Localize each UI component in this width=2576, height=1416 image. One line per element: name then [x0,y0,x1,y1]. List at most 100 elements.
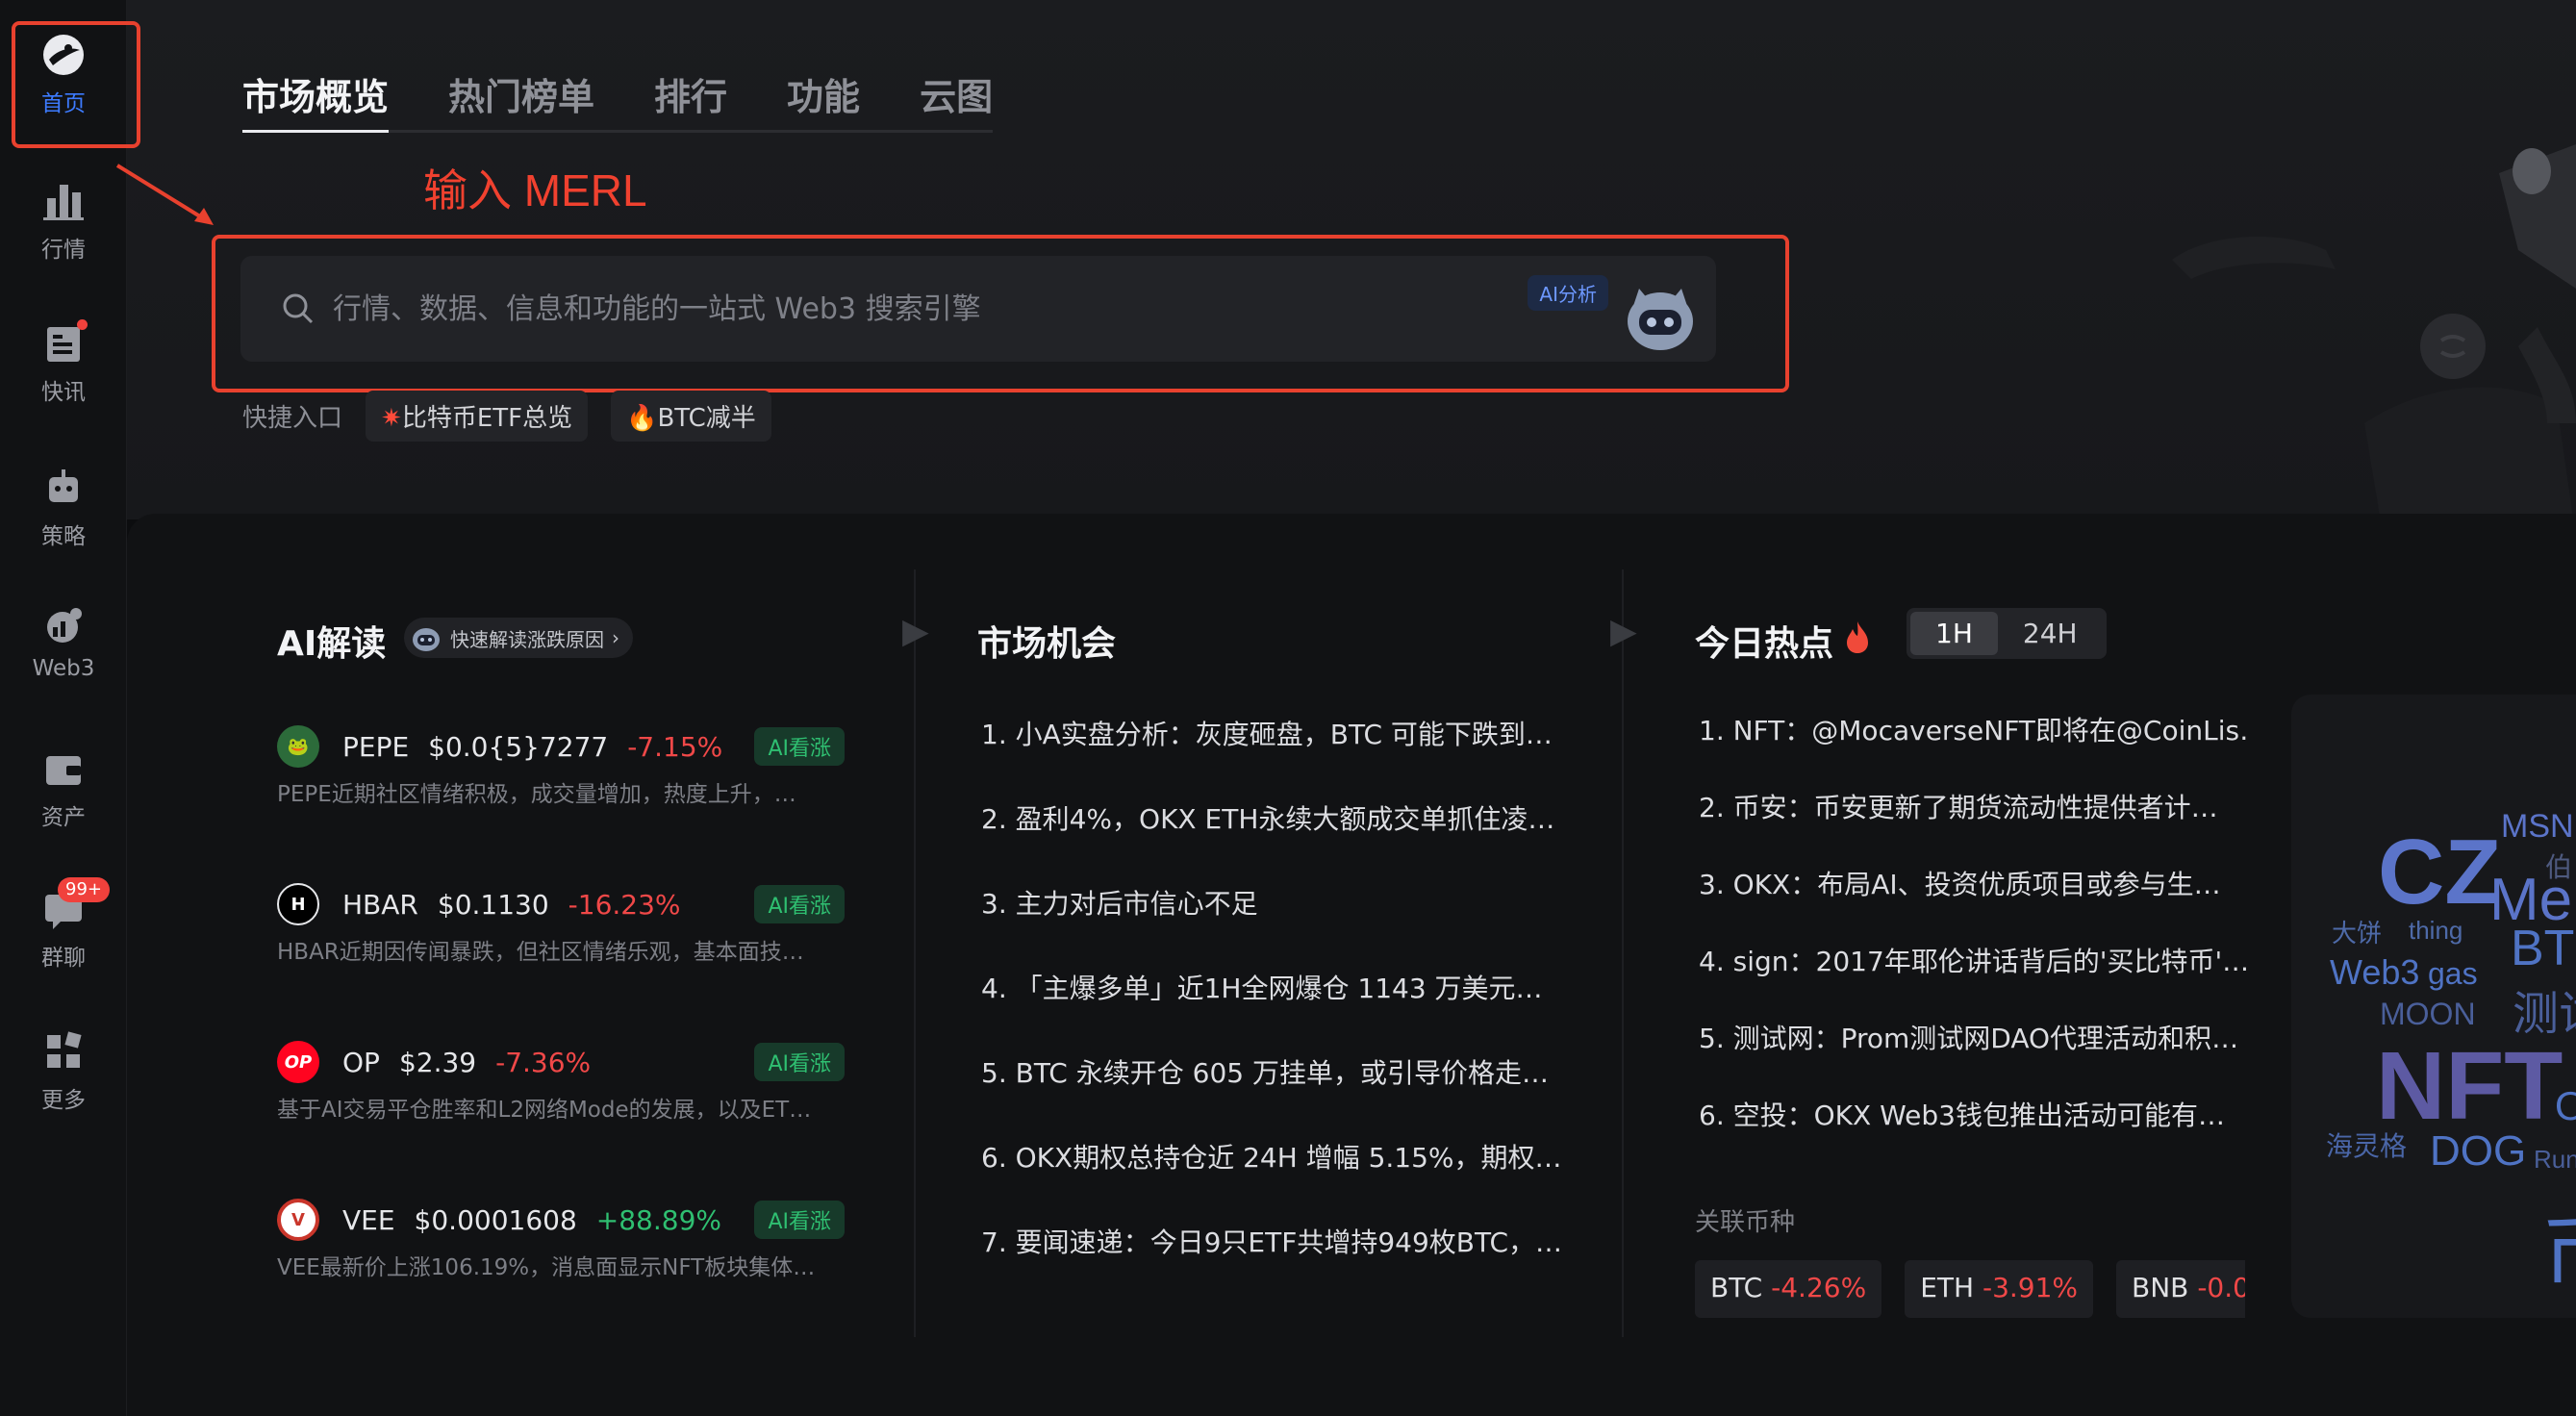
column-divider [914,569,916,1337]
hot-topics-list: 1. NFT：@MocaverseNFT即将在@CoinLis… 2. 币安：币… [1699,710,2247,1172]
ai-bullish-badge: AI看涨 [754,727,845,766]
sidebar-item-label: 资产 [41,805,86,830]
sidebar-item-label: 群聊 [41,946,86,971]
ai-coin-row[interactable]: H HBAR $0.1130 -16.23% AI看涨 HBAR近期因传闻暴跌，… [277,881,845,966]
annotation-highlight-search [212,235,1789,392]
chevron-right-icon: ▶ [1610,612,1637,651]
coin-price: $0.0{5}7277 [428,730,609,763]
coin-price: $2.39 [398,1046,477,1078]
related-coins: BTC -4.26% ETH -3.91% BNB -0.0 [1695,1260,2245,1318]
column-divider [1622,569,1624,1337]
quick-entry: 快捷入口 ✷比特币ETF总览 🔥BTC减半 [242,391,771,442]
coin-description: PEPE近期社区情绪积极，成交量增加，热度上升，… [277,782,796,807]
sidebar-item-more[interactable]: 更多 [0,1029,127,1114]
ai-coin-row[interactable]: V VEE $0.0001608 +88.89% AI看涨 VEE最新价上涨10… [277,1197,845,1281]
quick-chip-btc-halving[interactable]: 🔥BTC减半 [611,391,771,442]
coin-description: HBAR近期因传闻暴跌，但社区情绪乐观，基本面技… [277,940,804,965]
coin-description: VEE最新价上涨106.19%，消息面显示NFT板块集体… [277,1255,816,1280]
annotation-instruction: 输入 MERL [423,165,647,215]
tab-ranking[interactable]: 排行 [654,67,727,120]
coin-symbol: BNB [2132,1272,2189,1303]
word-cloud-word: 大饼 [2332,919,2383,948]
word-cloud-word: O [2555,1083,2576,1128]
ai-bullish-badge: AI看涨 [754,1043,845,1081]
time-range-toggle: 1H 24H [1907,608,2107,659]
word-cloud-word: BT [2511,921,2575,976]
list-item[interactable]: 5. 测试网：Prom测试网DAO代理活动和积… [1699,1018,2247,1095]
list-item[interactable]: 2. 盈利4%，OKX ETH永续大额成交单抓住凌… [981,798,1564,883]
word-cloud-word: Run [2534,1145,2576,1174]
related-coin-chip[interactable]: ETH -3.91% [1905,1260,2094,1318]
sidebar-item-market[interactable]: 行情 [0,179,127,264]
word-cloud-word: Web3 [2330,952,2420,992]
coin-price: $0.0001608 [414,1203,577,1236]
word-cloud-word: 伯 [2545,852,2573,882]
list-item[interactable]: 3. 主力对后市信心不足 [981,883,1564,968]
coin-symbol: OP [342,1046,380,1078]
coin-change: -7.15% [627,730,723,763]
vee-coin-icon: V [277,1199,319,1241]
ai-quick-explain-button[interactable]: 快速解读涨跌原因 › [404,618,633,658]
sidebar-item-label: 行情 [41,238,86,263]
sidebar-item-web3[interactable]: Web3 [0,604,127,681]
list-item[interactable]: 1. NFT：@MocaverseNFT即将在@CoinLis… [1699,710,2247,787]
word-cloud-word: MOON [2380,997,2476,1031]
tab-heatmap[interactable]: 云图 [920,67,993,120]
ai-coin-row[interactable]: OP OP $2.39 -7.36% AI看涨 基于AI交易平仓胜率和L2网络M… [277,1039,845,1124]
list-item[interactable]: 7. 要闻速递：今日9只ETF共增持949枚BTC，… [981,1222,1564,1306]
list-item[interactable]: 4. 「主爆多单」近1H全网爆仓 1143 万美元… [981,968,1564,1052]
unread-dot [77,319,88,330]
bar-chart-icon [41,179,86,223]
tab-features[interactable]: 功能 [787,67,860,120]
robot-icon [41,466,86,510]
related-coin-chip[interactable]: BTC -4.26% [1695,1260,1882,1318]
quick-entry-label: 快捷入口 [242,404,343,433]
market-opportunities-title: 市场机会 [977,624,1117,664]
coin-description: 基于AI交易平仓胜率和L2网络Mode的发展，以及ET… [277,1098,812,1123]
toggle-24h[interactable]: 24H [1998,612,2103,655]
quick-chip-label: BTC减半 [657,404,756,433]
quick-chip-label: 比特币ETF总览 [401,404,573,433]
coin-change: -3.91% [1982,1272,2079,1303]
related-coins-label: 关联币种 [1695,1208,1796,1237]
list-item[interactable]: 5. BTC 永续开仓 605 万挂单，或引导价格走… [981,1052,1564,1137]
sidebar-item-news[interactable]: 快讯 [0,319,127,406]
coin-change: -4.26% [1771,1272,1867,1303]
coin-change: +88.89% [595,1203,722,1236]
ai-read-title: AI解读 [277,624,387,664]
word-cloud[interactable]: CZ MSN Mem 伯 大饼 thing Web3 gas BT MOON 测… [2291,695,2576,1318]
word-cloud-word: gas [2428,956,2478,991]
chevron-right-icon: › [612,626,619,649]
list-item[interactable]: 3. OKX：布局AI、投资优质项目或参与生… [1699,864,2247,941]
list-item[interactable]: 1. 小A实盘分析：灰度砸盘，BTC 可能下跌到… [981,714,1564,798]
web3-icon [41,604,86,648]
market-opportunities-list: 1. 小A实盘分析：灰度砸盘，BTC 可能下跌到… 2. 盈利4%，OKX ET… [981,714,1564,1306]
word-cloud-word: CZ [2378,821,2501,923]
wallet-icon [41,746,86,791]
grid-icon [41,1029,86,1074]
ai-coin-row[interactable]: 🐸 PEPE $0.0{5}7277 -7.15% AI看涨 PEPE近期社区情… [277,723,845,808]
list-item[interactable]: 4. sign：2017年耶伦讲话背后的'买比特币'… [1699,941,2247,1018]
coin-symbol: HBAR [342,888,418,921]
ai-quick-explain-label: 快速解读涨跌原因 [450,627,604,651]
sidebar-item-label: 更多 [41,1088,86,1113]
tab-market-overview[interactable]: 市场概览 [242,67,390,133]
list-item[interactable]: 6. OKX期权总持仓近 24H 增幅 5.15%，期权… [981,1137,1564,1222]
word-cloud-word: DOG [2430,1127,2527,1175]
chevron-right-icon: ▶ [902,612,929,651]
sidebar-item-strategy[interactable]: 策略 [0,466,127,550]
sidebar-item-assets[interactable]: 资产 [0,746,127,831]
annotation-arrow [115,164,214,225]
list-item[interactable]: 2. 币安：币安更新了期货流动性提供者计… [1699,787,2247,864]
hot-topics-title: 今日热点 [1695,624,1834,664]
quick-chip-btc-etf[interactable]: ✷比特币ETF总览 [366,391,589,442]
list-item[interactable]: 6. 空投：OKX Web3钱包推出活动可能有… [1699,1095,2247,1172]
sidebar-item-chat[interactable]: 99+ 群聊 [0,877,127,972]
ai-bullish-badge: AI看涨 [754,885,845,923]
related-coin-chip[interactable]: BNB -0.0 [2116,1260,2245,1318]
toggle-1h[interactable]: 1H [1910,612,1998,655]
top-tabs: 市场概览 热门榜单 排行 功能 云图 [242,67,994,133]
coin-change: -16.23% [568,888,681,921]
decorative-illustration [2172,144,2576,539]
tab-hot-list[interactable]: 热门榜单 [448,67,594,120]
